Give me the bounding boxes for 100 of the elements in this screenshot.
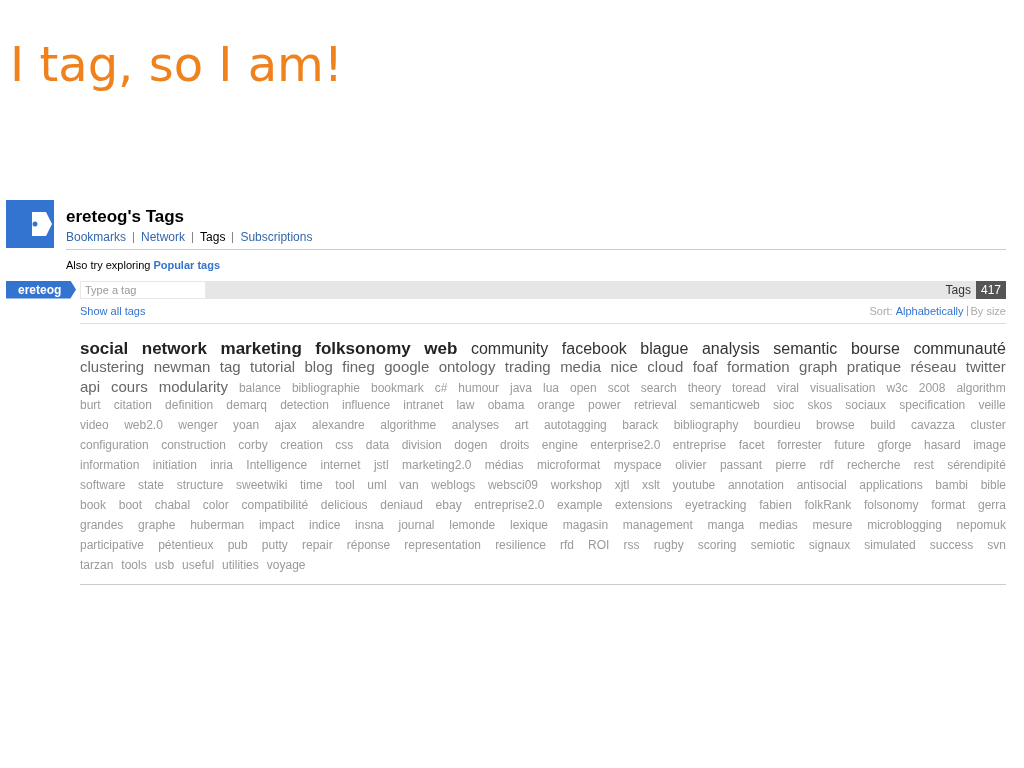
tag-link[interactable]: useful (182, 556, 215, 574)
tag-link[interactable]: folsonomy (863, 496, 919, 514)
tag-link[interactable]: van (399, 476, 419, 494)
nav-link[interactable]: Subscriptions (240, 228, 313, 246)
tag-link[interactable]: browse (816, 416, 855, 434)
tag-link[interactable]: websci09 (487, 476, 538, 494)
tag-input-field[interactable]: Type a tag (80, 280, 206, 299)
show-all-tags-link[interactable]: Show all tags (80, 302, 146, 319)
tag-link[interactable]: retrieval (633, 396, 677, 414)
tag-link[interactable]: ROI (588, 536, 610, 554)
tag-link[interactable]: signaux (808, 536, 851, 554)
tag-link[interactable]: software (80, 476, 126, 494)
tag-link[interactable]: repair (301, 536, 333, 554)
tag-link[interactable]: information (80, 456, 140, 474)
tag-link[interactable]: tools (121, 556, 147, 574)
tag-link[interactable]: management (622, 516, 693, 534)
tag-link[interactable]: build (870, 416, 896, 434)
tag-link[interactable]: pub (227, 536, 248, 554)
tag-link[interactable]: svn (987, 536, 1006, 554)
tag-link[interactable]: huberman (190, 516, 245, 534)
tag-link[interactable]: pierre (775, 456, 807, 474)
tag-link[interactable]: bookmark (370, 379, 424, 397)
tag-link[interactable]: ebay (435, 496, 462, 514)
tag-link[interactable]: definition (165, 396, 214, 414)
tag-link[interactable]: inria (210, 456, 233, 474)
tag-link[interactable]: myspace (613, 456, 662, 474)
tag-link[interactable]: lua (542, 379, 559, 397)
tag-link[interactable]: entreprise (672, 436, 727, 454)
tag-link[interactable]: success (929, 536, 974, 554)
tag-link[interactable]: balance (238, 379, 281, 397)
tag-link[interactable]: graphe (138, 516, 176, 534)
tag-link[interactable]: citation (113, 396, 152, 414)
tag-link[interactable]: 2008 (918, 379, 946, 397)
tag-link[interactable]: humour (458, 379, 499, 397)
tag-link[interactable]: medias (759, 516, 798, 534)
tag-link[interactable]: power (588, 396, 621, 414)
tag-link[interactable]: scoring (697, 536, 737, 554)
tag-link[interactable]: enterprise2.0 (590, 436, 661, 454)
tag-link[interactable]: influence (342, 396, 391, 414)
tag-link[interactable]: book (80, 496, 107, 514)
tag-link[interactable]: hasard (923, 436, 961, 454)
user-crumb[interactable]: ereteog (6, 280, 76, 299)
tag-link[interactable]: rss (623, 536, 640, 554)
tag-link[interactable]: marketing2.0 (402, 456, 472, 474)
tag-link[interactable]: time (300, 476, 323, 494)
sort-option[interactable]: By size (970, 302, 1006, 319)
tag-link[interactable]: tarzan (80, 556, 114, 574)
tag-link[interactable]: droits (500, 436, 530, 454)
tag-link[interactable]: representation (404, 536, 481, 554)
tag-link[interactable]: law (456, 396, 475, 414)
tag-link[interactable]: mesure (812, 516, 853, 534)
tag-link[interactable]: journal (398, 516, 435, 534)
tag-link[interactable]: algorithme (380, 416, 437, 434)
tag-link[interactable]: recherche (846, 456, 901, 474)
tag-link[interactable]: detection (280, 396, 329, 414)
tag-link[interactable]: compatibilité (241, 496, 309, 514)
tag-link[interactable]: xjtl (614, 476, 630, 494)
tag-link[interactable]: barack (622, 416, 659, 434)
tag-link[interactable]: voyage (266, 556, 306, 574)
tag-link[interactable]: grandes (80, 516, 124, 534)
tag-link[interactable]: art (514, 416, 529, 434)
tag-link[interactable]: resilience (495, 536, 546, 554)
tag-link[interactable]: bourdieu (753, 416, 801, 434)
tag-link[interactable]: sioc (772, 396, 795, 414)
tag-link[interactable]: sweetwiki (236, 476, 288, 494)
tag-link[interactable]: search (640, 379, 677, 397)
tag-link[interactable]: gerra (977, 496, 1006, 514)
tag-link[interactable]: delicious (320, 496, 368, 514)
tag-link[interactable]: utilities (222, 556, 259, 574)
tag-link[interactable]: olivier (675, 456, 707, 474)
tag-link[interactable]: internet (320, 456, 361, 474)
tag-link[interactable]: réponse (346, 536, 391, 554)
tag-link[interactable]: deniaud (380, 496, 423, 514)
tag-link[interactable]: entreprise2.0 (474, 496, 545, 514)
tag-link[interactable]: engine (541, 436, 578, 454)
tag-link[interactable]: applications (859, 476, 923, 494)
tag-link[interactable]: state (138, 476, 164, 494)
tag-link[interactable]: médias (484, 456, 524, 474)
tag-link[interactable]: sérendipité (947, 456, 1006, 474)
tag-link[interactable]: extensions (615, 496, 673, 514)
tag-link[interactable]: xslt (641, 476, 660, 494)
tag-link[interactable]: magasin (562, 516, 609, 534)
tag-link[interactable]: bibliographie (291, 379, 360, 397)
tag-link[interactable]: division (401, 436, 442, 454)
tag-link[interactable]: passant (719, 456, 762, 474)
popular-tags-link[interactable]: Popular tags (153, 257, 220, 274)
tag-link[interactable]: format (931, 496, 966, 514)
tag-link[interactable]: facet (738, 436, 765, 454)
tag-link[interactable]: specification (899, 396, 966, 414)
tag-link[interactable]: viral (777, 379, 800, 397)
tag-link[interactable]: demarq (226, 396, 267, 414)
tag-link[interactable]: workshop (550, 476, 602, 494)
tag-link[interactable]: bibliography (673, 416, 739, 434)
tag-link[interactable]: api (80, 376, 101, 399)
tag-link[interactable]: youtube (672, 476, 716, 494)
tag-link[interactable]: structure (176, 476, 224, 494)
tag-link[interactable]: video (80, 416, 109, 434)
tag-link[interactable]: modularity (158, 376, 228, 399)
tag-link[interactable]: burt (80, 396, 101, 414)
tag-link[interactable]: color (202, 496, 229, 514)
